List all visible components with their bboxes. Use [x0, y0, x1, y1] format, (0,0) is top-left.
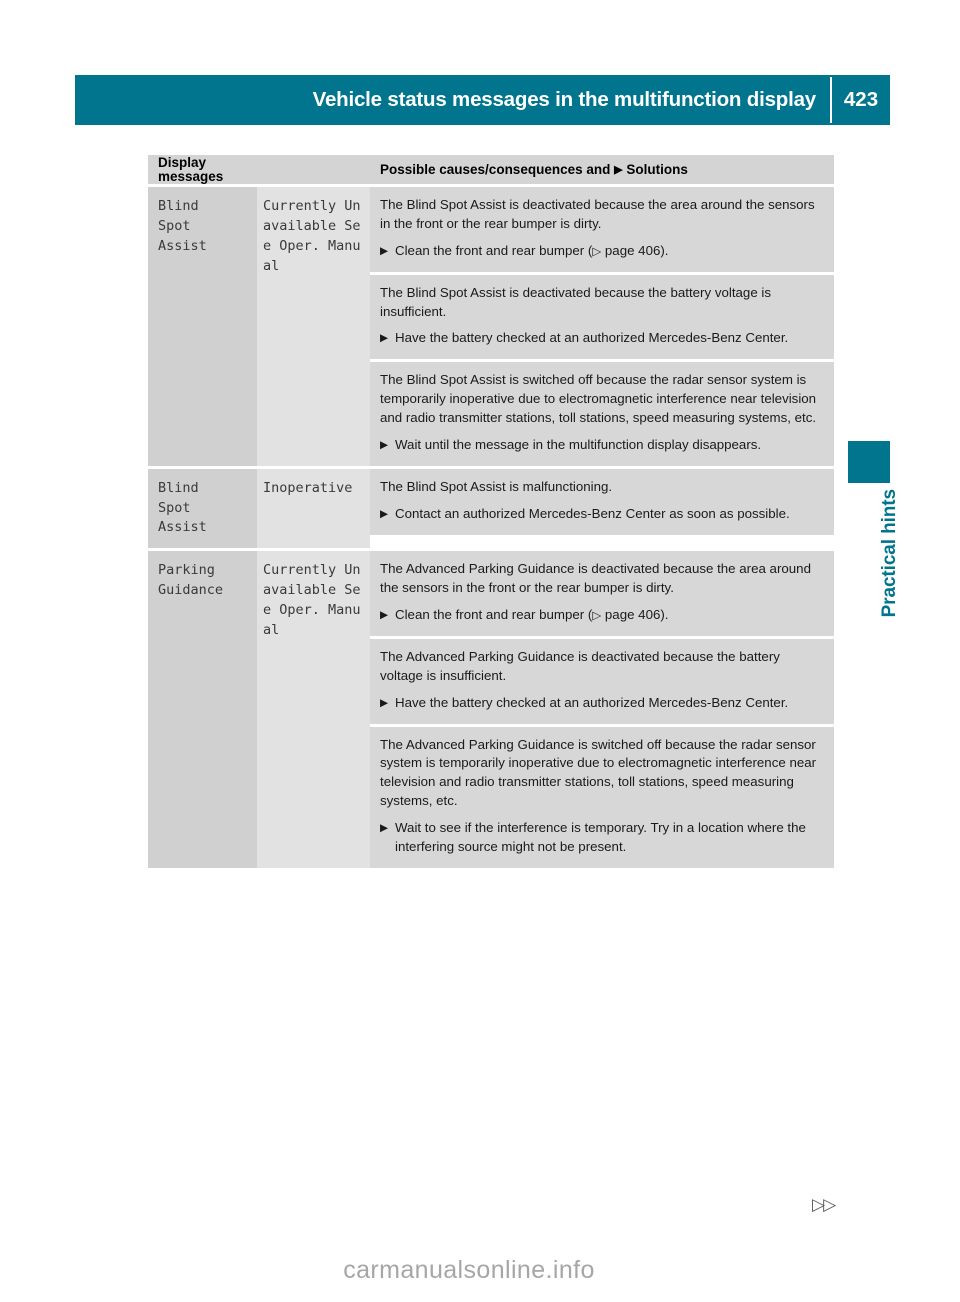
status-messages-table: Display messages Possible causes/consequ… — [148, 155, 834, 868]
column-header-solutions-text: Solutions — [626, 161, 688, 177]
solution-text-main: Have the battery checked at an authorize… — [395, 694, 789, 710]
solution-text: Have the battery checked at an authorize… — [395, 329, 822, 348]
solution-line: ▶ Wait until the message in the multifunc… — [380, 436, 822, 455]
solution-text-main: Wait to see if the interference is tempo… — [395, 820, 806, 854]
solution-line: ▶ Clean the front and rear bumper (▷ page… — [380, 242, 822, 261]
solution-text: Wait until the message in the multifunct… — [395, 436, 822, 455]
cause-text: The Blind Spot Assist is deactivated bec… — [380, 284, 772, 319]
solution-text-main: Clean the front and rear bumper ( — [395, 242, 593, 258]
display-submessage-cell: Currently Unavailable See Oper. Manual — [257, 551, 370, 868]
causes-solutions-cell: The Blind Spot Assist is malfunctioning.… — [370, 468, 834, 549]
solution-bullet-icon: ▶ — [380, 696, 389, 709]
table-row: Parking Guidance Currently Unavailable Se… — [148, 551, 834, 868]
solutions-triangle-icon: ▶ — [614, 163, 623, 176]
cause-solution-block: The Advanced Parking Guidance is deactiv… — [370, 638, 834, 724]
solution-text-main: Have the battery checked at an authorize… — [395, 330, 789, 346]
cause-solution-block: The Advanced Parking Guidance is deactiv… — [370, 551, 834, 636]
continued-arrow-icon: ▷▷ — [812, 1195, 836, 1214]
solution-line: ▶ Have the battery checked at an authoriz… — [380, 329, 822, 348]
page-reference[interactable]: ▷ page 406 — [592, 243, 660, 258]
solution-text-main: Contact an authorized Mercedes-Benz Cent… — [395, 505, 790, 521]
chapter-tab-text: Practical hints — [879, 489, 900, 618]
cause-solution-block: The Blind Spot Assist is malfunctioning.… — [370, 468, 834, 535]
display-message-cell: Blind Spot Assist — [148, 468, 257, 549]
table-header-row: Display messages Possible causes/consequ… — [148, 155, 834, 184]
chapter-tab-label: Practical hints — [848, 489, 900, 719]
display-message-cell: Blind Spot Assist — [148, 187, 257, 466]
cause-solution-block: The Advanced Parking Guidance is switche… — [370, 726, 834, 868]
table-body: Blind Spot Assist Currently Unavailable S… — [148, 187, 834, 868]
solution-bullet-icon: ▶ — [380, 332, 389, 345]
column-header-display-messages: Display messages — [158, 155, 224, 184]
cause-text: The Blind Spot Assist is deactivated bec… — [380, 197, 815, 231]
solution-text: Have the battery checked at an authorize… — [395, 694, 822, 713]
chapter-tab-marker — [848, 441, 890, 483]
display-submessage-cell: Inoperative — [257, 468, 370, 549]
cause-text: The Blind Spot Assist is malfunctioning. — [380, 478, 613, 494]
page-reference[interactable]: ▷ page 406 — [592, 607, 660, 622]
cause-text: The Advanced Parking Guidance is switche… — [380, 736, 817, 809]
solution-text-tail: ). — [660, 242, 669, 258]
page-reference-arrow-icon: ▷ — [592, 610, 602, 623]
page-number: 423 — [843, 87, 879, 111]
solution-line: ▶ Have the battery checked at an authoriz… — [380, 694, 822, 713]
solution-line: ▶ Wait to see if the interference is temp… — [380, 819, 822, 857]
page-header-band: Vehicle status messages in the multifunc… — [75, 75, 890, 125]
solution-line: ▶ Contact an authorized Mercedes-Benz Cen… — [380, 505, 822, 524]
page-title: Vehicle status messages in the multifunc… — [312, 87, 817, 111]
page-reference-arrow-icon: ▷ — [592, 245, 602, 258]
cause-solution-block: The Blind Spot Assist is deactivated bec… — [370, 274, 834, 360]
causes-solutions-cell: The Blind Spot Assist is deactivated bec… — [370, 187, 834, 466]
solution-text-main: Clean the front and rear bumper ( — [395, 607, 593, 623]
solution-bullet-icon: ▶ — [380, 438, 389, 451]
table-row: Blind Spot Assist Currently Unavailable S… — [148, 187, 834, 466]
solution-text: Wait to see if the interference is tempo… — [395, 819, 822, 857]
solution-text-tail: ). — [660, 607, 669, 623]
solution-text: Clean the front and rear bumper (▷ page … — [395, 606, 822, 625]
table-row: Blind Spot Assist Inoperative The Blind Sp… — [148, 468, 834, 549]
display-submessage-cell: Currently Unavailable See Oper. Manual — [257, 187, 370, 466]
solution-text: Clean the front and rear bumper (▷ page … — [395, 242, 822, 261]
cause-solution-block: The Blind Spot Assist is switched off be… — [370, 362, 834, 466]
cause-text: The Advanced Parking Guidance is deactiv… — [380, 648, 780, 683]
solution-bullet-icon: ▶ — [380, 507, 389, 520]
solution-text-main: Wait until the message in the multifunct… — [395, 436, 762, 452]
cause-text: The Blind Spot Assist is switched off be… — [380, 372, 817, 425]
page-reference-label: page 406 — [601, 607, 661, 623]
column-header-causes-solutions: Possible causes/consequences and ▶ Solut… — [370, 161, 834, 177]
display-message-cell: Parking Guidance — [148, 551, 257, 868]
site-watermark: carmanualsonline.info — [343, 1256, 595, 1284]
cause-text: The Advanced Parking Guidance is deactiv… — [380, 561, 811, 596]
solution-bullet-icon: ▶ — [380, 822, 389, 835]
page-reference-label: page 406 — [601, 242, 661, 258]
solution-text: Contact an authorized Mercedes-Benz Cent… — [395, 505, 822, 524]
solution-line: ▶ Clean the front and rear bumper (▷ page… — [380, 606, 822, 625]
solution-bullet-icon: ▶ — [380, 609, 389, 622]
causes-solutions-cell: The Advanced Parking Guidance is deactiv… — [370, 551, 834, 868]
column-header-causes-text: Possible causes/consequences and — [380, 161, 611, 177]
cause-solution-block: The Blind Spot Assist is deactivated bec… — [370, 187, 834, 272]
solution-bullet-icon: ▶ — [380, 244, 389, 257]
